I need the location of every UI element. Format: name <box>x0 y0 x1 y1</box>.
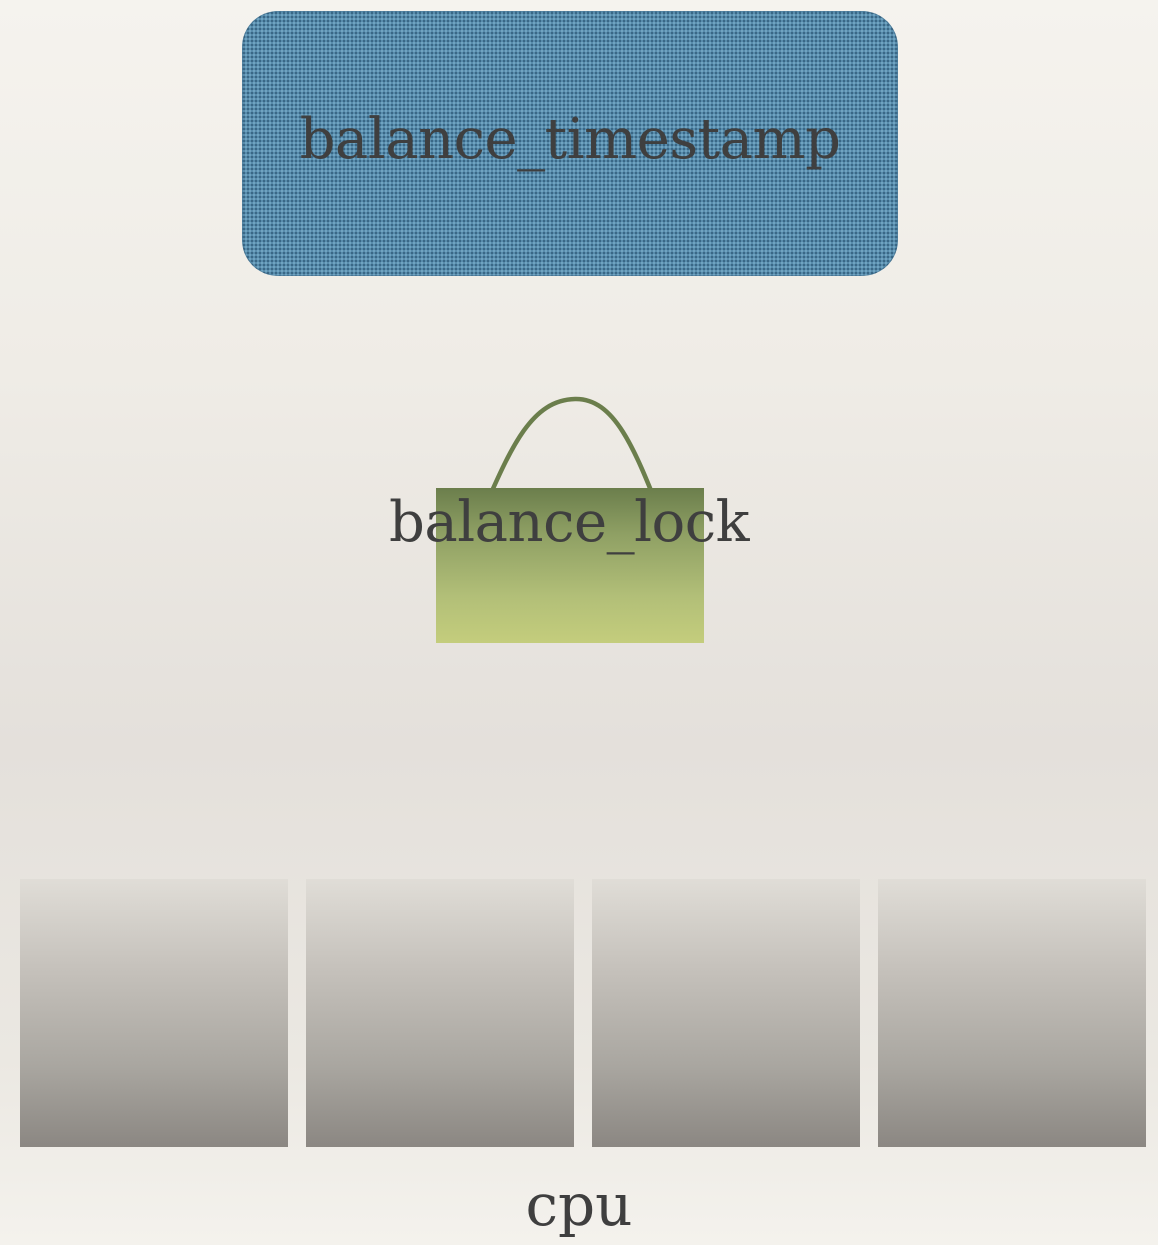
cpu-cell <box>20 879 288 1147</box>
diagram-canvas: balance_timestamp balance_lock cpu <box>0 0 1158 1245</box>
cpu-label: cpu <box>525 1171 633 1239</box>
balance-lock-label: balance_lock <box>388 490 750 555</box>
cpu-cell <box>306 879 574 1147</box>
cpu-cell <box>878 879 1146 1147</box>
cpu-cell <box>592 879 860 1147</box>
cpu-row <box>20 879 1146 1147</box>
balance-timestamp-label: balance_timestamp <box>299 107 841 172</box>
balance-timestamp-box: balance_timestamp <box>242 11 898 276</box>
